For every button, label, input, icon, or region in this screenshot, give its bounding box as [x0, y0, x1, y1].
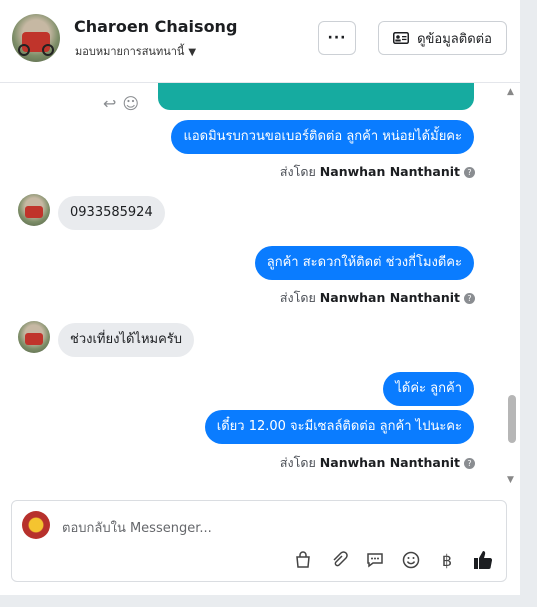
thumbs-up-icon[interactable] [472, 549, 494, 571]
conversation-panel: Charoen Chaisong มอบหมายการสนทนานี้ ▼ ···… [0, 0, 520, 595]
composer-toolbar: ฿ [292, 549, 494, 571]
ellipsis-icon: ··· [327, 30, 347, 46]
message-bubble-outgoing[interactable]: เดี๋ยว 12.00 จะมีเซลล์ติดต่อ ลูกค้า ไปนะ… [204, 410, 474, 444]
chat-bubble-icon[interactable] [364, 549, 386, 571]
message-bubble-outgoing[interactable]: ลูกค้า สะดวกให้ติดต่ ช่วงกี่โมงดีคะ [254, 246, 474, 280]
message-actions: ↩ ☺ [103, 94, 139, 113]
help-icon[interactable]: ? [464, 293, 475, 304]
assign-label: มอบหมายการสนทนานี้ [75, 45, 185, 58]
reply-input[interactable]: ตอบกลับใน Messenger... [62, 517, 212, 538]
reply-icon[interactable]: ↩ [103, 94, 116, 113]
message-composer[interactable]: ตอบกลับใน Messenger... ฿ [11, 500, 507, 582]
contact-card-icon [393, 32, 410, 44]
sender-name: Nanwhan Nanthanit [319, 290, 460, 305]
sent-by-label: ส่งโดย Nanwhan Nanthanit? [280, 162, 475, 182]
page-avatar [22, 511, 50, 539]
paperclip-icon[interactable] [328, 549, 350, 571]
message-bubble-incoming[interactable]: ช่วงเที่ยงได้ไหมครับ [58, 323, 195, 357]
assign-conversation-dropdown[interactable]: มอบหมายการสนทนานี้ ▼ [75, 42, 196, 60]
scrollbar-thumb[interactable] [508, 395, 516, 443]
more-options-button[interactable]: ··· [318, 21, 356, 55]
shopping-bag-icon[interactable] [292, 549, 314, 571]
message-bubble-incoming[interactable]: 0933585924 [58, 196, 165, 230]
emoji-icon[interactable] [400, 549, 422, 571]
view-contact-info-button[interactable]: ดูข้อมูลติดต่อ [378, 21, 507, 55]
sent-by-label: ส่งโดย Nanwhan Nanthanit? [280, 453, 475, 473]
baht-icon[interactable]: ฿ [436, 549, 458, 571]
sent-by-label: ส่งโดย Nanwhan Nanthanit? [280, 288, 475, 308]
view-contact-info-label: ดูข้อมูลติดต่อ [417, 31, 492, 47]
thread-scrollbar[interactable]: ▲ ▼ [505, 83, 519, 487]
smile-icon[interactable]: ☺ [122, 94, 139, 113]
help-icon[interactable]: ? [464, 167, 475, 178]
contact-avatar[interactable] [12, 14, 60, 62]
message-bubble-outgoing[interactable]: ได้ค่ะ ลูกค้า [383, 372, 474, 406]
contact-avatar-small[interactable] [18, 194, 50, 226]
scroll-down-arrow-icon[interactable]: ▼ [507, 475, 514, 485]
message-bubble-outgoing[interactable]: แอดมินรบกวนขอเบอร์ติดต่อ ลูกค้า หน่อยได้… [171, 120, 474, 154]
conversation-header: Charoen Chaisong มอบหมายการสนทนานี้ ▼ ···… [0, 0, 520, 83]
attached-image[interactable] [158, 83, 474, 110]
sender-name: Nanwhan Nanthanit [319, 455, 460, 470]
sender-name: Nanwhan Nanthanit [319, 164, 460, 179]
contact-avatar-small[interactable] [18, 321, 50, 353]
scroll-up-arrow-icon[interactable]: ▲ [507, 87, 514, 97]
message-thread[interactable]: ↩ ☺ แอดมินรบกวนขอเบอร์ติดต่อ ลูกค้า หน่อ… [0, 83, 520, 487]
help-icon[interactable]: ? [464, 458, 475, 469]
caret-down-icon: ▼ [188, 47, 197, 58]
contact-name[interactable]: Charoen Chaisong [74, 17, 237, 36]
